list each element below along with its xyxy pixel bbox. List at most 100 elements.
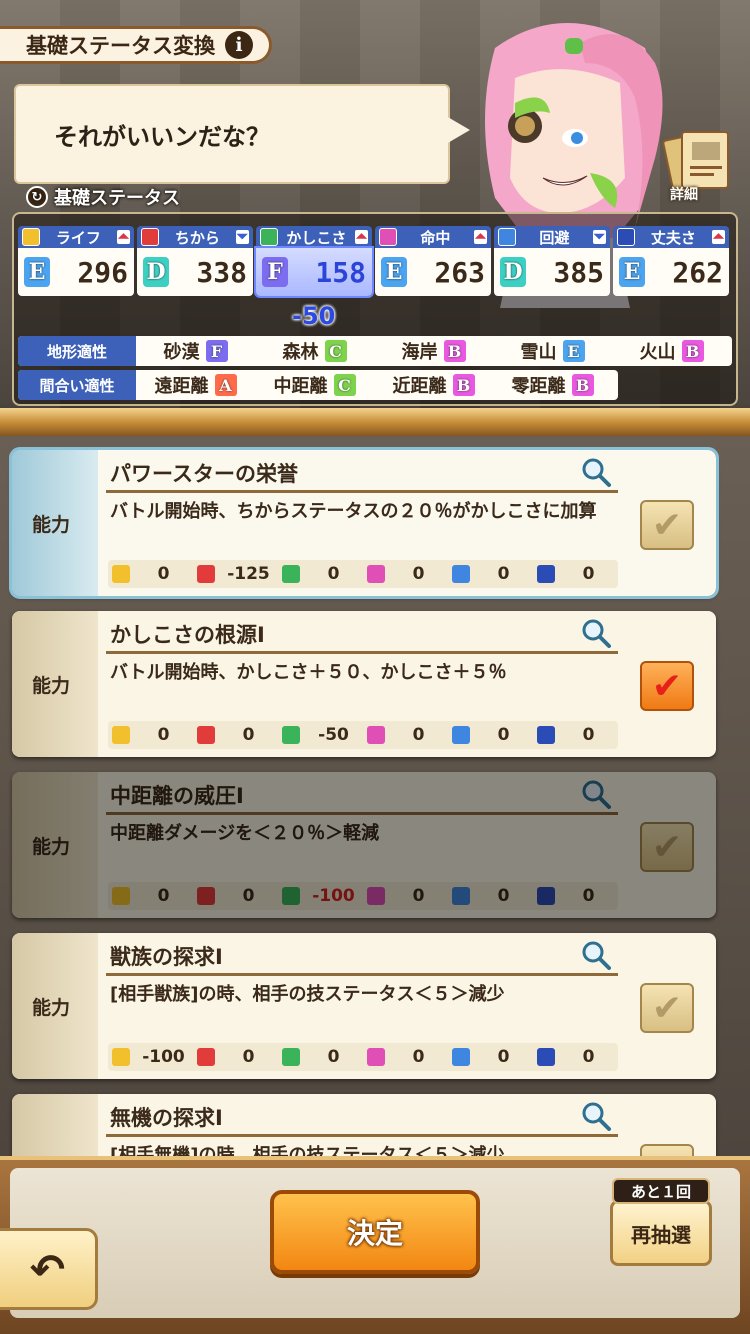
power-icon [197,1048,215,1066]
back-button[interactable]: ↶ [0,1228,98,1310]
aptitude-name: 零距離 [511,376,566,397]
page-title: 基礎ステータス変換 [26,34,215,58]
ability-stat-value: 0 [242,1047,255,1067]
stat-body: E 263 [375,248,491,296]
ability-type: 能力 [32,675,71,697]
search-icon[interactable] [580,456,612,488]
aptitude-name: 遠距離 [154,376,209,397]
stat-column[interactable]: 回避 ⏷ D 385 [494,226,610,296]
stat-grade: D [143,257,169,287]
check-icon: ✔ [651,987,683,1029]
ability-stat-value: -50 [318,725,349,745]
trend-up-icon: ⏶ [473,229,487,245]
stat-delta: -50 [292,302,336,330]
confirm-button[interactable]: 決定 [270,1190,480,1274]
ability-stat-value: 0 [157,564,170,584]
select-checkbox[interactable]: ✔ [640,661,694,711]
ability-description: [相手獣族]の時、相手の技ステータス＜５＞減少 [110,984,505,1005]
select-checkbox[interactable]: ✔ [640,983,694,1033]
ability-stat-value: 0 [242,725,255,745]
search-icon[interactable] [580,617,612,649]
trend-up-icon: ⏶ [116,229,130,245]
reroll-button[interactable]: 再抽選 [610,1200,712,1266]
base-status-label: 基礎ステータス [54,188,180,209]
ability-stat-row: -100 0 0 0 0 0 [108,1043,618,1071]
evasion-icon [452,1048,470,1066]
ability-stat-value: -125 [227,564,270,584]
ability-stat-value: 0 [497,725,510,745]
range-aptitude-item: 零距離 B [493,372,612,398]
ability-card[interactable]: 能力 獣族の探求Ⅰ [相手獣族]の時、相手の技ステータス＜５＞減少 -100 0 0 0 0 0… [12,933,716,1079]
ability-stat-value: -100 [142,1047,185,1067]
gold-divider [0,408,750,438]
details-label: 詳細 [670,187,698,203]
screen-title-plate: 基礎ステータス変換 i [0,26,272,64]
info-icon[interactable]: i [225,31,253,59]
stat-column[interactable]: ライフ ⏶ E 296 [18,226,134,296]
stat-name: かしこさ [286,228,347,247]
ability-stat: 0 [448,564,533,584]
title-underline [106,973,618,976]
ability-stat-value: 0 [582,725,595,745]
ability-card[interactable]: 能力 かしこさの根源Ⅰ バトル開始時、かしこさ＋５０、かしこさ＋５％ 0 0 -50 0 0 0… [12,611,716,757]
power-icon [197,887,215,905]
stat-column[interactable]: かしこさ ⏶ F 158 [254,226,374,298]
select-checkbox[interactable]: ✔ [640,822,694,872]
search-icon[interactable] [580,1100,612,1132]
aptitude-grade: C [324,340,347,362]
aptitude-name: 森林 [282,342,319,363]
card-side-band [12,1094,98,1158]
ability-stat: -50 [278,725,363,745]
aptitude-name: 火山 [639,342,676,363]
stat-name: ちから [174,228,220,247]
speech-bubble: それがいいンだな？ [14,84,470,184]
ability-stat-value: 0 [497,886,510,906]
accuracy-icon [367,726,385,744]
power-icon [141,228,159,246]
ability-description: バトル開始時、かしこさ＋５０、かしこさ＋５％ [110,662,507,683]
trend-down-icon: ⏷ [592,229,606,245]
ability-stat-value: 0 [242,886,255,906]
defense-icon [617,228,635,246]
aptitude-grade: C [333,374,356,396]
details-button[interactable]: 詳細 [662,126,738,210]
ability-stat: 0 [533,725,618,745]
stat-body: E 262 [613,248,729,296]
aptitude-name: 砂漠 [163,342,200,363]
ability-stat-row: 0 -125 0 0 0 0 [108,560,618,588]
stat-value: 385 [553,255,604,289]
ability-stat-row: 0 0 -100 0 0 0 [108,882,618,910]
ability-stat: 0 [193,1047,278,1067]
stat-grade: E [24,257,50,287]
ability-description: 中距離ダメージを＜２０％＞軽減 [110,823,380,844]
aptitude-grade: E [562,340,585,362]
ability-stat-value: -100 [312,886,355,906]
aptitude-name: 近距離 [392,376,447,397]
search-icon[interactable] [580,939,612,971]
select-checkbox[interactable]: ✔ [640,500,694,550]
title-underline [106,651,618,654]
stat-column[interactable]: ちから ⏷ D 338 [137,226,253,296]
ability-stat: 0 [533,564,618,584]
evasion-icon [452,887,470,905]
stat-column[interactable]: 命中 ⏶ E 263 [375,226,491,296]
power-icon [197,565,215,583]
stat-body: D 338 [137,248,253,296]
ability-card[interactable]: 能力無機の探求Ⅰ[相手無機]の時、相手の技ステータス＜５＞減少000000✔ [12,1094,716,1158]
aptitude-grade: F [205,340,228,362]
ability-stat: 0 [363,725,448,745]
terrain-aptitude-item: 砂漠 F [136,338,255,364]
accuracy-icon [367,1048,385,1066]
ability-stat: 0 [193,886,278,906]
aptitude-name: 雪山 [520,342,557,363]
search-icon[interactable] [580,778,612,810]
stat-value: 262 [672,255,723,289]
wisdom-icon [282,887,300,905]
ability-card[interactable]: 能力 中距離の威圧Ⅰ 中距離ダメージを＜２０％＞軽減 0 0 -100 0 0 0 ✔ [12,772,716,918]
ability-list[interactable]: 能力 パワースターの栄誉 バトル開始時、ちからステータスの２０％がかしこさに加算 0-… [0,436,750,1158]
ability-type: 能力 [32,836,71,858]
stat-column[interactable]: 丈夫さ ⏶ E 262 [613,226,729,296]
evasion-icon [452,726,470,744]
ability-stat-value: 0 [327,564,340,584]
ability-card[interactable]: 能力 パワースターの栄誉 バトル開始時、ちからステータスの２０％がかしこさに加算 0 -… [9,447,719,599]
